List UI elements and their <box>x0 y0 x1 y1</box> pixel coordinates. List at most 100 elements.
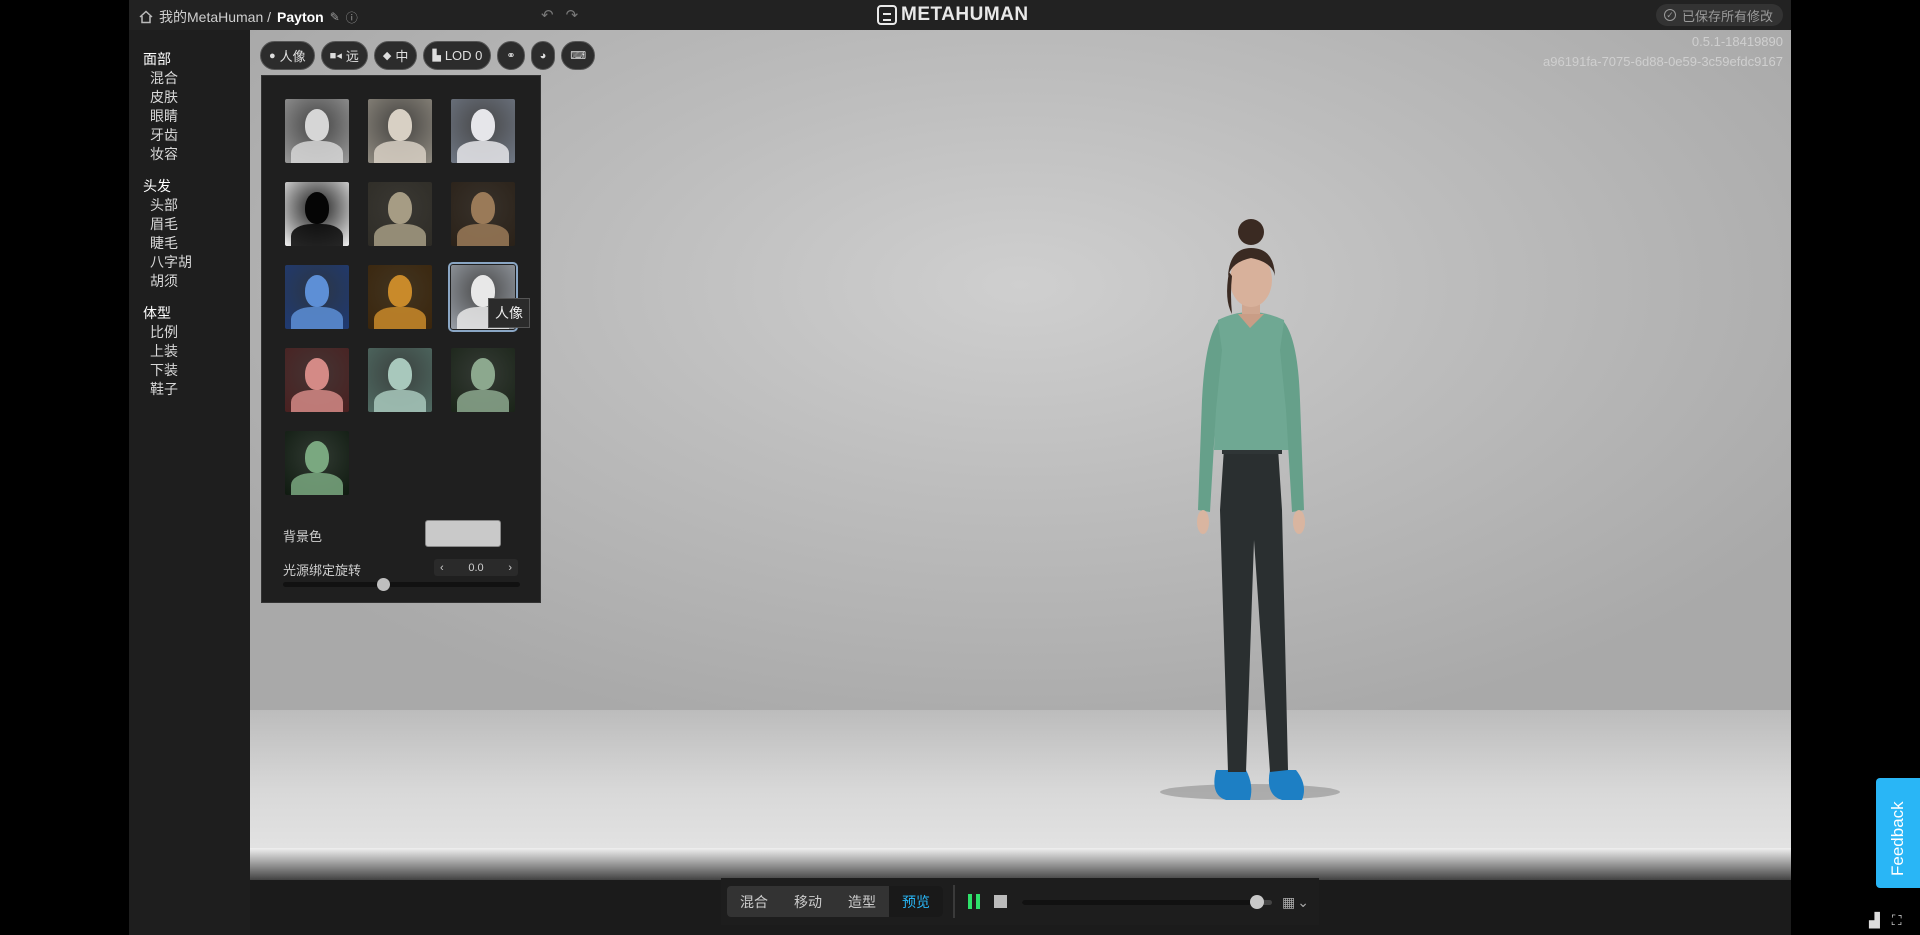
stop-icon[interactable] <box>994 895 1007 908</box>
preset-head-icon <box>388 192 412 224</box>
help-icon[interactable]: ⓘ <box>346 9 358 26</box>
preset-shoulders-icon <box>291 473 343 495</box>
lighting-preset-thumbnail[interactable] <box>285 348 349 412</box>
corner-tools: ▟ ⛶ <box>1869 912 1902 929</box>
mode-tab[interactable]: 预览 <box>889 886 943 917</box>
redo-icon[interactable]: ↷ <box>566 6 579 24</box>
chevron-right-icon[interactable]: › <box>508 562 512 574</box>
nav-item[interactable]: 妆容 <box>150 144 178 164</box>
preset-shoulders-icon <box>291 390 343 412</box>
feedback-label: Feedback <box>1888 801 1907 876</box>
lighting-preset-thumbnail[interactable] <box>368 348 432 412</box>
quality-label: 中 <box>395 49 409 64</box>
mode-tab[interactable]: 造型 <box>835 886 889 917</box>
camera-button[interactable]: ■◂ 远 <box>320 41 368 70</box>
lod-button[interactable]: ▙ LOD 0 <box>423 41 492 70</box>
lod-icon: ▙ <box>432 50 441 62</box>
bottom-bar: 混合 移动 造型 预览 ▦ ⌄ <box>721 878 1319 925</box>
light-rotation-slider[interactable] <box>283 578 520 591</box>
preset-shoulders-icon <box>457 390 509 412</box>
nav-item[interactable]: 眼睛 <box>150 106 178 126</box>
preset-shoulders-icon <box>374 224 426 246</box>
preset-head-icon <box>471 358 495 390</box>
home-icon[interactable] <box>139 10 153 24</box>
feedback-button[interactable]: Feedback <box>1876 778 1920 888</box>
light-rotation-value[interactable]: 0.0 <box>468 562 483 574</box>
lighting-preset-thumbnail[interactable] <box>285 431 349 495</box>
nav-item[interactable]: 睫毛 <box>150 233 178 253</box>
nav-item[interactable]: 胡须 <box>150 271 178 291</box>
character-name: Payton <box>277 9 324 25</box>
undo-redo-group: ↶ ↷ <box>541 6 578 24</box>
preset-shoulders-icon <box>291 224 343 246</box>
lighting-preset-thumbnail[interactable] <box>368 182 432 246</box>
breadcrumb-root-link[interactable]: 我的MetaHuman / <box>159 7 271 27</box>
lighting-preset-panel: 背景色 光源绑定旋转 ‹ 0.0 › <box>261 75 541 603</box>
metahuman-logo: METAHUMAN <box>877 4 1029 26</box>
mode-tab[interactable]: 移动 <box>781 886 835 917</box>
viewport-bottom-fade <box>250 848 1791 880</box>
version-number: 0.5.1-18419890 <box>1691 34 1783 49</box>
save-status-badge: ✓ 已保存所有修改 <box>1655 4 1783 26</box>
viewport-toolbar: ● 人像 ■◂ 远 ◆ 中 ▙ LOD 0 ⚭ ◕ ⌨ <box>260 41 596 70</box>
background-color-swatch[interactable] <box>425 520 501 547</box>
lighting-preset-thumbnail[interactable] <box>368 265 432 329</box>
preset-head-icon <box>305 275 329 307</box>
light-bulb-icon: ● <box>269 49 276 62</box>
lighting-label: 人像 <box>279 49 306 64</box>
fullscreen-icon[interactable]: ⛶ <box>1892 912 1902 929</box>
preset-head-icon <box>305 109 329 141</box>
lighting-preset-thumbnail[interactable] <box>451 99 515 163</box>
preset-shoulders-icon <box>457 141 509 163</box>
lighting-preset-thumbnail[interactable] <box>285 265 349 329</box>
nav-item[interactable]: 眉毛 <box>150 214 178 234</box>
slider-knob[interactable] <box>376 578 390 591</box>
quality-button[interactable]: ◆ 中 <box>373 41 418 70</box>
undo-icon[interactable]: ↶ <box>541 6 554 24</box>
preset-head-icon <box>388 109 412 141</box>
nav-item[interactable]: 牙齿 <box>150 125 178 145</box>
face-mode-button[interactable]: ◕ <box>530 41 556 70</box>
preset-head-icon <box>305 441 329 473</box>
nav-item[interactable]: 下装 <box>150 360 178 380</box>
nav-section-title: 面部 <box>143 51 171 67</box>
nav-item[interactable]: 鞋子 <box>150 379 178 399</box>
nav-item[interactable]: 八字胡 <box>150 252 192 272</box>
lighting-preset-thumbnail[interactable] <box>285 99 349 163</box>
nav-item[interactable]: 混合 <box>150 68 178 88</box>
camera-icon: ■◂ <box>329 50 342 62</box>
top-bar: 我的MetaHuman / Payton ✎ ⓘ ↶ ↷ METAHUMAN ✓… <box>129 0 1791 30</box>
animation-progress-bar[interactable] <box>1022 895 1272 909</box>
preset-shoulders-icon <box>374 390 426 412</box>
edit-icon[interactable]: ✎ <box>330 10 340 24</box>
lighting-preset-thumbnail[interactable] <box>451 182 515 246</box>
light-rotation-label: 光源绑定旋转 <box>283 563 362 578</box>
nav-item[interactable]: 比例 <box>150 322 178 342</box>
nav-item[interactable]: 头部 <box>150 195 178 215</box>
render-mode-button[interactable]: ⚭ <box>497 41 525 70</box>
mode-tab[interactable]: 混合 <box>727 886 781 917</box>
preset-shoulders-icon <box>374 141 426 163</box>
nav-item[interactable]: 上装 <box>150 341 178 361</box>
preset-shoulders-icon <box>291 141 343 163</box>
stats-icon[interactable]: ▟ <box>1869 912 1880 929</box>
chevron-left-icon[interactable]: ‹ <box>440 562 444 574</box>
pause-icon[interactable] <box>968 894 980 909</box>
breadcrumb: 我的MetaHuman / Payton ✎ ⓘ <box>139 7 358 27</box>
progress-knob[interactable] <box>1250 895 1264 909</box>
lighting-preset-thumbnail[interactable] <box>368 99 432 163</box>
nav-section-title: 体型 <box>143 305 171 321</box>
lighting-button[interactable]: ● 人像 <box>260 41 315 70</box>
preset-head-icon <box>388 358 412 390</box>
app-root: 我的MetaHuman / Payton ✎ ⓘ ↶ ↷ METAHUMAN ✓… <box>0 0 1920 935</box>
preset-tooltip: 人像 <box>488 298 530 328</box>
lighting-preset-thumbnail[interactable] <box>285 182 349 246</box>
preset-head-icon <box>388 275 412 307</box>
nav-item[interactable]: 皮肤 <box>150 87 178 107</box>
logo-mark-icon <box>877 5 897 25</box>
animation-select-button[interactable]: ▦ ⌄ <box>1282 894 1309 911</box>
keyboard-button[interactable]: ⌨ <box>561 41 596 70</box>
diamond-icon: ◆ <box>382 50 392 62</box>
background-color-label: 背景色 <box>283 529 323 544</box>
lighting-preset-thumbnail[interactable] <box>451 348 515 412</box>
